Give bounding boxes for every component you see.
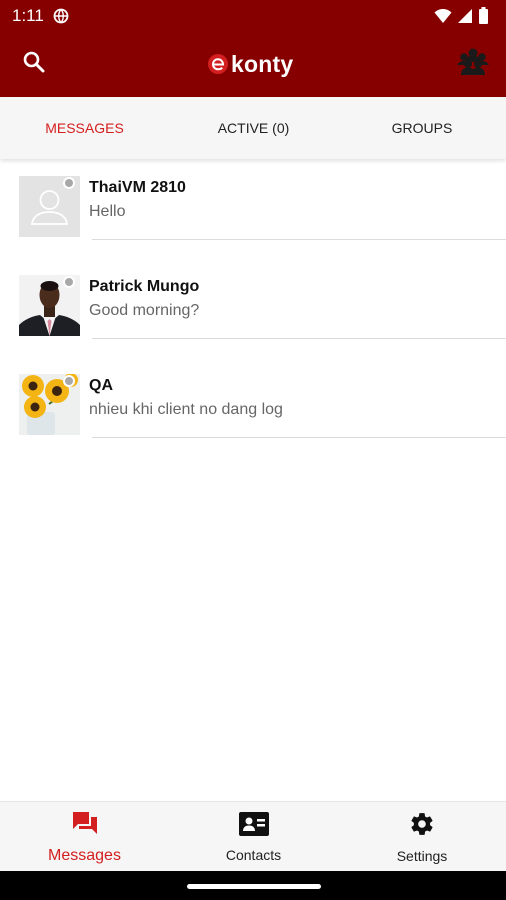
bottom-navigation: Messages Contacts Settings xyxy=(0,801,506,871)
battery-icon xyxy=(479,7,488,29)
settings-icon xyxy=(409,811,435,842)
messages-icon xyxy=(71,810,99,841)
tab-active[interactable]: ACTIVE (0) xyxy=(169,97,338,159)
wifi-icon xyxy=(434,8,452,29)
status-bar: 1:11 xyxy=(0,0,506,32)
tab-messages[interactable]: MESSAGES xyxy=(0,97,169,159)
app-logo: konty xyxy=(207,47,293,81)
signal-icon xyxy=(458,8,473,29)
divider xyxy=(92,437,506,438)
presence-indicator xyxy=(63,276,75,288)
groups-button[interactable] xyxy=(454,46,492,80)
app-bar: konty xyxy=(0,32,506,97)
nav-label: Settings xyxy=(396,847,448,864)
logo-e-icon xyxy=(207,53,229,75)
presence-indicator xyxy=(63,177,75,189)
search-icon xyxy=(22,50,46,79)
divider xyxy=(92,239,506,240)
status-icons xyxy=(434,7,488,29)
status-time: 1:11 xyxy=(12,6,44,25)
message-preview: nhieu khi client no dang log xyxy=(89,401,283,418)
tab-bar: MESSAGES ACTIVE (0) GROUPS xyxy=(0,97,506,159)
message-preview: Hello xyxy=(89,203,126,220)
nav-settings[interactable]: Settings xyxy=(338,802,506,872)
presence-indicator xyxy=(63,375,75,387)
nav-contacts[interactable]: Contacts xyxy=(169,802,338,872)
conversation-item[interactable]: Patrick Mungo Good morning? xyxy=(0,262,506,361)
contacts-icon xyxy=(238,811,269,841)
nav-label: Contacts xyxy=(225,846,282,863)
conversation-item[interactable]: ThaiVM 2810 Hello xyxy=(0,163,506,262)
home-gesture-handle[interactable] xyxy=(187,884,321,889)
conversation-item[interactable]: QA nhieu khi client no dang log xyxy=(0,361,506,460)
conversation-list: ThaiVM 2810 Hello Patrick Mungo Good mor… xyxy=(0,163,506,460)
nav-messages[interactable]: Messages xyxy=(0,802,169,872)
message-preview: Good morning? xyxy=(89,302,200,319)
tab-groups[interactable]: GROUPS xyxy=(338,97,506,159)
logo-text: konty xyxy=(231,50,294,77)
vpn-globe-icon xyxy=(53,8,69,29)
contact-name: ThaiVM 2810 xyxy=(89,179,186,196)
divider xyxy=(92,338,506,339)
system-navigation-bar xyxy=(0,871,506,900)
nav-label: Messages xyxy=(48,846,121,864)
contact-name: Patrick Mungo xyxy=(89,278,200,295)
contact-name: QA xyxy=(89,377,113,394)
groups-icon xyxy=(456,47,490,80)
search-button[interactable] xyxy=(18,48,50,80)
app-header: 1:11 konty xyxy=(0,0,506,97)
